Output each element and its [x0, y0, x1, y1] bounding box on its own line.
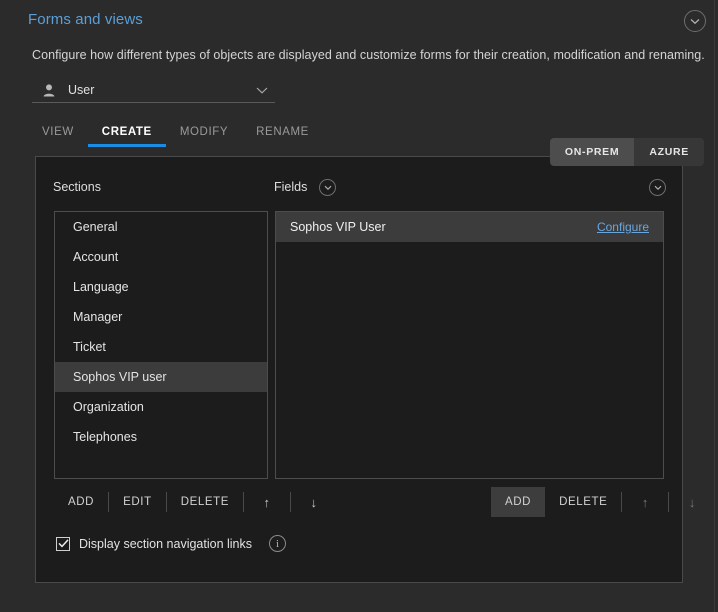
- section-item-ticket[interactable]: Ticket: [55, 332, 267, 362]
- fields-heading: Fields: [274, 180, 307, 194]
- sections-move-down-arrow-icon[interactable]: ↓: [291, 487, 337, 517]
- card-collapse-chevron-down-circle-icon[interactable]: [649, 179, 666, 196]
- page-description: Configure how different types of objects…: [32, 48, 705, 62]
- tab-view[interactable]: VIEW: [42, 126, 88, 147]
- tab-rename-label: RENAME: [256, 126, 309, 138]
- tab-rename[interactable]: RENAME: [242, 126, 323, 147]
- fields-list[interactable]: Sophos VIP User Configure: [275, 211, 664, 479]
- sections-add-button[interactable]: ADD: [54, 487, 108, 517]
- tab-modify-label: MODIFY: [180, 126, 228, 138]
- fields-toolbar: ADD DELETE ↑ ↓: [491, 487, 715, 517]
- sections-toolbar: ADD EDIT DELETE ↑ ↓: [54, 487, 337, 517]
- sections-edit-button[interactable]: EDIT: [109, 487, 166, 517]
- section-item-account[interactable]: Account: [55, 242, 267, 272]
- section-item-language[interactable]: Language: [55, 272, 267, 302]
- section-item-organization[interactable]: Organization: [55, 392, 267, 422]
- sections-heading: Sections: [53, 180, 101, 194]
- check-icon: [58, 539, 69, 548]
- tab-modify[interactable]: MODIFY: [166, 126, 242, 147]
- page-title: Forms and views: [28, 11, 143, 28]
- field-row-label: Sophos VIP User: [290, 220, 386, 234]
- forms-editor-card: Sections Fields General Account Language…: [35, 156, 683, 583]
- sections-list[interactable]: General Account Language Manager Ticket …: [54, 211, 268, 479]
- section-item-manager[interactable]: Manager: [55, 302, 267, 332]
- section-item-sophos-vip-user[interactable]: Sophos VIP user: [55, 362, 267, 392]
- env-option-azure[interactable]: AZURE: [634, 138, 704, 166]
- fields-add-button[interactable]: ADD: [491, 487, 545, 517]
- tab-create-label: CREATE: [102, 126, 152, 138]
- object-type-select[interactable]: User: [32, 78, 275, 103]
- tab-create[interactable]: CREATE: [88, 126, 166, 147]
- configure-link[interactable]: Configure: [597, 220, 649, 234]
- page-right-edge: [714, 0, 715, 612]
- section-item-telephones[interactable]: Telephones: [55, 422, 267, 452]
- object-type-value: User: [68, 83, 94, 97]
- fields-move-up-arrow-icon[interactable]: ↑: [622, 487, 668, 517]
- env-option-on-prem[interactable]: ON-PREM: [550, 138, 634, 166]
- field-row[interactable]: Sophos VIP User Configure: [276, 212, 663, 242]
- chevron-down-circle-icon[interactable]: [684, 10, 706, 32]
- display-section-nav-label: Display section navigation links: [79, 537, 252, 551]
- info-icon[interactable]: i: [269, 535, 286, 552]
- form-mode-tabs: VIEW CREATE MODIFY RENAME: [42, 126, 323, 147]
- fields-delete-button[interactable]: DELETE: [545, 487, 621, 517]
- chevron-down-glyph: [690, 18, 700, 25]
- environment-toggle: ON-PREM AZURE: [550, 138, 704, 166]
- sections-move-up-arrow-icon[interactable]: ↑: [244, 487, 290, 517]
- section-item-general[interactable]: General: [55, 212, 267, 242]
- fields-move-down-arrow-icon[interactable]: ↓: [669, 487, 715, 517]
- fields-collapse-chevron-down-circle-icon[interactable]: [319, 179, 336, 196]
- tab-view-label: VIEW: [42, 126, 74, 138]
- sections-delete-button[interactable]: DELETE: [167, 487, 243, 517]
- person-icon: [41, 84, 57, 97]
- display-section-nav-row: Display section navigation links i: [56, 535, 286, 552]
- display-section-nav-checkbox[interactable]: [56, 537, 70, 551]
- chevron-down-icon: [255, 82, 269, 100]
